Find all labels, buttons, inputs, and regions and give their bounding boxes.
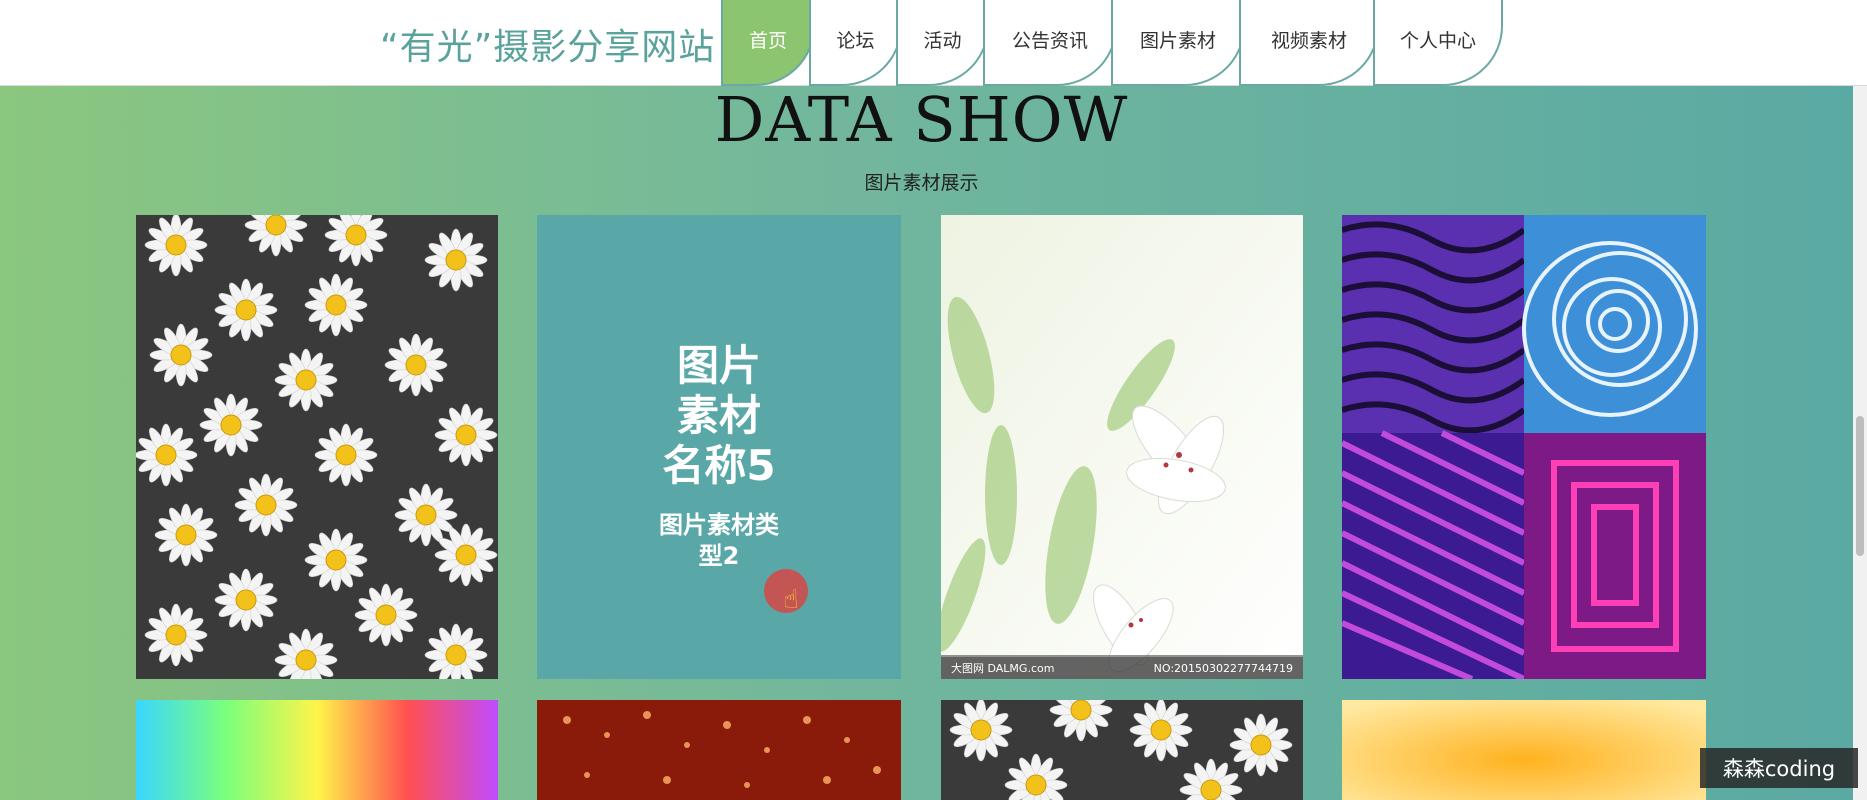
card-title: 图片素材名称5 [662, 341, 776, 490]
image-card-daisy[interactable] [136, 215, 498, 679]
daisy-pattern-image [136, 215, 498, 679]
image-card-daisy-2[interactable] [941, 700, 1303, 800]
watermark-left: 大图网 DALMG.com [951, 662, 1055, 675]
nav-tab-label: 公告资讯 [1011, 29, 1088, 52]
red-bokeh-image [537, 700, 901, 800]
scrollbar-thumb[interactable] [1856, 416, 1864, 556]
page-scrollbar[interactable] [1853, 86, 1867, 800]
nav-tab-home[interactable]: 首页 [721, 0, 815, 86]
video-watermark-badge: 森森coding [1700, 748, 1858, 788]
nav-tab-label: 论坛 [836, 29, 875, 52]
image-card-lily[interactable]: 大图网 DALMG.com NO:20150302277744719 [941, 215, 1303, 679]
image-card-rainbow[interactable] [136, 700, 498, 800]
nav-tab-profile[interactable]: 个人中心 [1373, 0, 1503, 86]
nav-tab-label: 活动 [923, 29, 962, 52]
nav-tab-activity[interactable]: 活动 [896, 0, 989, 86]
yellow-blur-image [1342, 700, 1706, 800]
hand-cursor-icon: ☝ [783, 585, 799, 615]
watermark-right: NO:20150302277744719 [1153, 661, 1293, 675]
card-type: 图片素材类型2 [659, 511, 779, 571]
nav-tab-label: 图片素材 [1139, 29, 1216, 52]
card-hover-overlay: 图片素材名称5 图片素材类型2 [537, 215, 901, 679]
page-title: DATA SHOW [714, 83, 1129, 156]
site-logo[interactable]: “有光”摄影分享网站 [380, 18, 715, 70]
nav-tab-image-assets[interactable]: 图片素材 [1111, 0, 1245, 86]
psychedelic-image [1342, 215, 1706, 679]
nav-tab-forum[interactable]: 论坛 [809, 0, 902, 86]
nav-tab-label: 个人中心 [1399, 29, 1476, 52]
image-card-hover[interactable]: 图片素材名称5 图片素材类型2 ☝ [537, 215, 901, 679]
image-card-bokeh[interactable] [537, 700, 901, 800]
image-card-yellow[interactable] [1342, 700, 1706, 800]
lily-image [941, 215, 1303, 679]
image-watermark: 大图网 DALMG.com NO:20150302277744719 [941, 657, 1303, 679]
nav-tab-label: 首页 [748, 29, 787, 52]
rainbow-image [136, 700, 498, 800]
daisy-pattern-image-2 [941, 700, 1303, 800]
site-header: “有光”摄影分享网站 首页 论坛 活动 公告资讯 图片素材 视频素材 个人中心 [0, 0, 1867, 86]
main-content: DATA SHOW 图片素材展示 图片素材名称5 图片素材类型2 ☝ 大图网 D… [0, 83, 1867, 800]
nav-tab-label: 视频素材 [1270, 29, 1347, 52]
nav-tab-video-assets[interactable]: 视频素材 [1239, 0, 1379, 86]
nav-tab-news[interactable]: 公告资讯 [983, 0, 1117, 86]
image-card-psychedelic[interactable] [1342, 215, 1706, 679]
page-subtitle: 图片素材展示 [864, 172, 979, 194]
